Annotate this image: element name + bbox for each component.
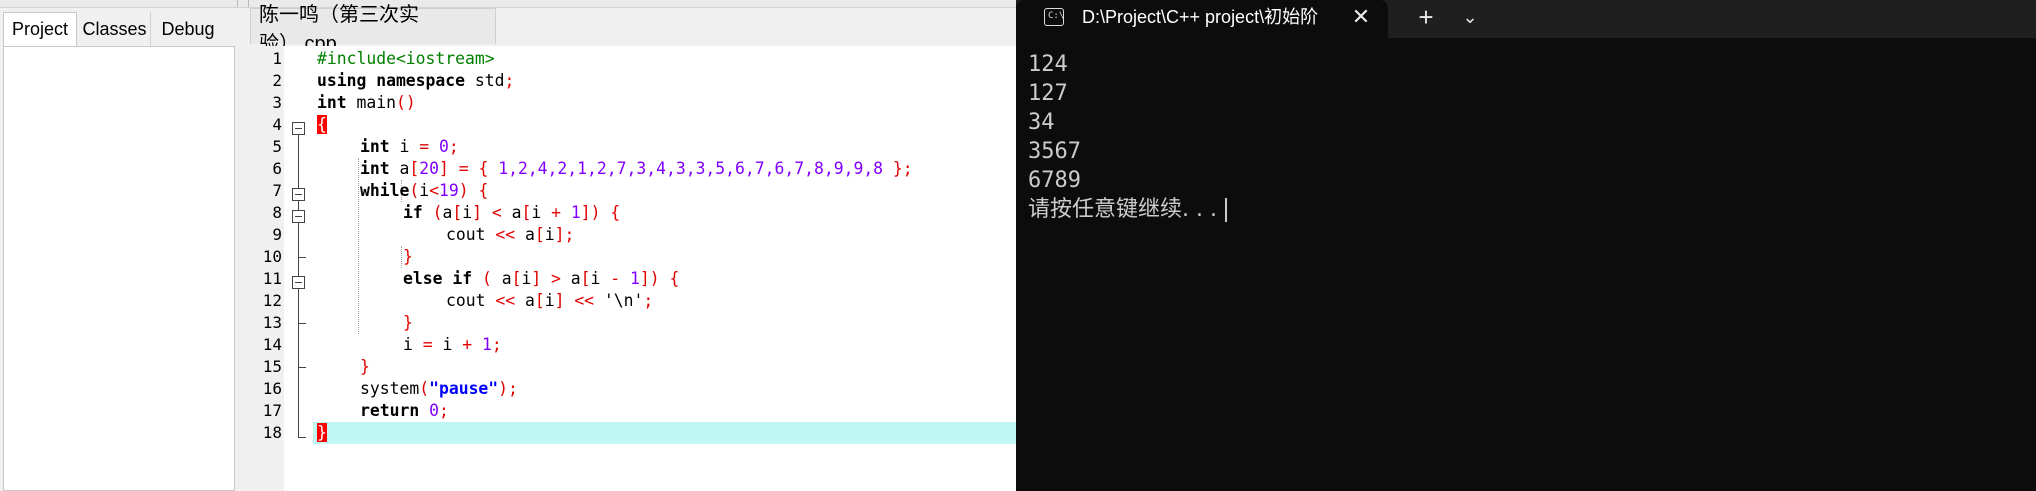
output-line: 124 — [1028, 52, 1068, 77]
close-icon[interactable]: ✕ — [1346, 2, 1376, 32]
fold-margin — [284, 46, 313, 491]
matched-brace: { — [317, 115, 327, 134]
console-icon: C:\ — [1044, 8, 1064, 26]
splitter-mark — [237, 0, 238, 7]
line-number: 14 — [262, 335, 282, 354]
code-line: cout << a[i] << '\n'; — [446, 291, 654, 310]
fold-end-mark — [298, 257, 306, 258]
code-line: } — [403, 247, 413, 266]
tab-debug[interactable]: Debug — [153, 12, 223, 46]
console-icon-label: C:\ — [1048, 11, 1065, 21]
terminal-tab-title: D:\Project\C++ project\初始阶 — [1082, 7, 1319, 27]
line-number: 3 — [272, 93, 282, 112]
tab-classes[interactable]: Classes — [79, 12, 151, 46]
fold-toggle-icon[interactable] — [292, 188, 305, 201]
code-line: { — [317, 114, 327, 136]
matched-brace: } — [317, 423, 327, 442]
code-line: int a[20] = { 1,2,4,2,1,2,7,3,4,3,3,5,6,… — [360, 159, 913, 178]
code-line: while(i<19) { — [360, 181, 489, 200]
code-line: system("pause"); — [360, 379, 518, 398]
output-line: 34 — [1028, 110, 1055, 135]
ide-window: Project Classes Debug 陈一鸣（第三次实验）.cpp 1 2… — [0, 0, 1016, 491]
indent-guide — [401, 246, 402, 268]
fold-end-mark — [298, 437, 306, 438]
line-number: 6 — [272, 159, 282, 178]
code-line: int main() — [317, 93, 416, 112]
code-line: if (a[i] < a[i + 1]) { — [403, 203, 621, 222]
fold-end-mark — [298, 367, 306, 368]
terminal-output[interactable]: 124 127 34 3567 6789 请按任意键继续. . . — [1028, 50, 1227, 224]
indent-guide — [358, 158, 359, 334]
pause-prompt-text: 请按任意键继续. . . — [1028, 197, 1217, 222]
output-line: 6789 — [1028, 168, 1081, 193]
line-number: 10 — [262, 247, 282, 266]
code-line: } — [317, 422, 327, 444]
fold-end-mark — [298, 323, 306, 324]
terminal-tab[interactable]: C:\ D:\Project\C++ project\初始阶 ✕ — [1016, 0, 1388, 38]
line-number: 17 — [262, 401, 282, 420]
code-line: i = i + 1; — [403, 335, 502, 354]
code-line: int i = 0; — [360, 137, 459, 156]
code-line: cout << a[i]; — [446, 225, 575, 244]
line-number: 11 — [262, 269, 282, 288]
terminal-titlebar: C:\ D:\Project\C++ project\初始阶 ✕ + ⌄ — [1016, 0, 2036, 38]
line-number: 7 — [272, 181, 282, 200]
terminal-window: C:\ D:\Project\C++ project\初始阶 ✕ + ⌄ 124… — [1016, 0, 2036, 491]
code-line: return 0; — [360, 401, 449, 420]
code-line: } — [360, 357, 370, 376]
text-cursor — [1224, 198, 1227, 222]
code-line: using namespace std; — [317, 71, 515, 90]
line-number: 13 — [262, 313, 282, 332]
fold-toggle-icon[interactable] — [292, 122, 305, 135]
fold-toggle-icon[interactable] — [292, 276, 305, 289]
project-panel: Project Classes Debug — [0, 8, 240, 491]
file-tab[interactable]: 陈一鸣（第三次实验）.cpp — [250, 4, 496, 55]
output-line: 3567 — [1028, 139, 1081, 164]
line-number: 9 — [272, 225, 282, 244]
line-number: 16 — [262, 379, 282, 398]
code-line: else if ( a[i] > a[i - 1]) { — [403, 269, 680, 288]
code-line: } — [403, 313, 413, 332]
output-line: 127 — [1028, 81, 1068, 106]
line-number: 4 — [272, 115, 282, 134]
toolbar-edge — [0, 0, 1016, 8]
fold-toggle-icon[interactable] — [292, 210, 305, 223]
line-number: 12 — [262, 291, 282, 310]
pause-prompt: 请按任意键继续. . . — [1028, 195, 1227, 224]
line-number: 18 — [262, 423, 282, 442]
project-tree[interactable] — [3, 46, 235, 491]
splitter-mark — [248, 0, 249, 7]
tab-project[interactable]: Project — [3, 12, 77, 46]
code-line: #include<iostream> — [317, 49, 495, 68]
current-line-highlight — [313, 422, 1016, 444]
line-number: 5 — [272, 137, 282, 156]
editor: 陈一鸣（第三次实验）.cpp 1 2 3 4 5 6 7 8 9 10 11 1… — [246, 4, 1016, 491]
line-number: 1 — [272, 49, 282, 68]
line-number: 2 — [272, 71, 282, 90]
line-number: 15 — [262, 357, 282, 376]
line-number: 8 — [272, 203, 282, 222]
new-tab-button[interactable]: + — [1406, 2, 1446, 32]
chevron-down-icon[interactable]: ⌄ — [1452, 2, 1488, 32]
